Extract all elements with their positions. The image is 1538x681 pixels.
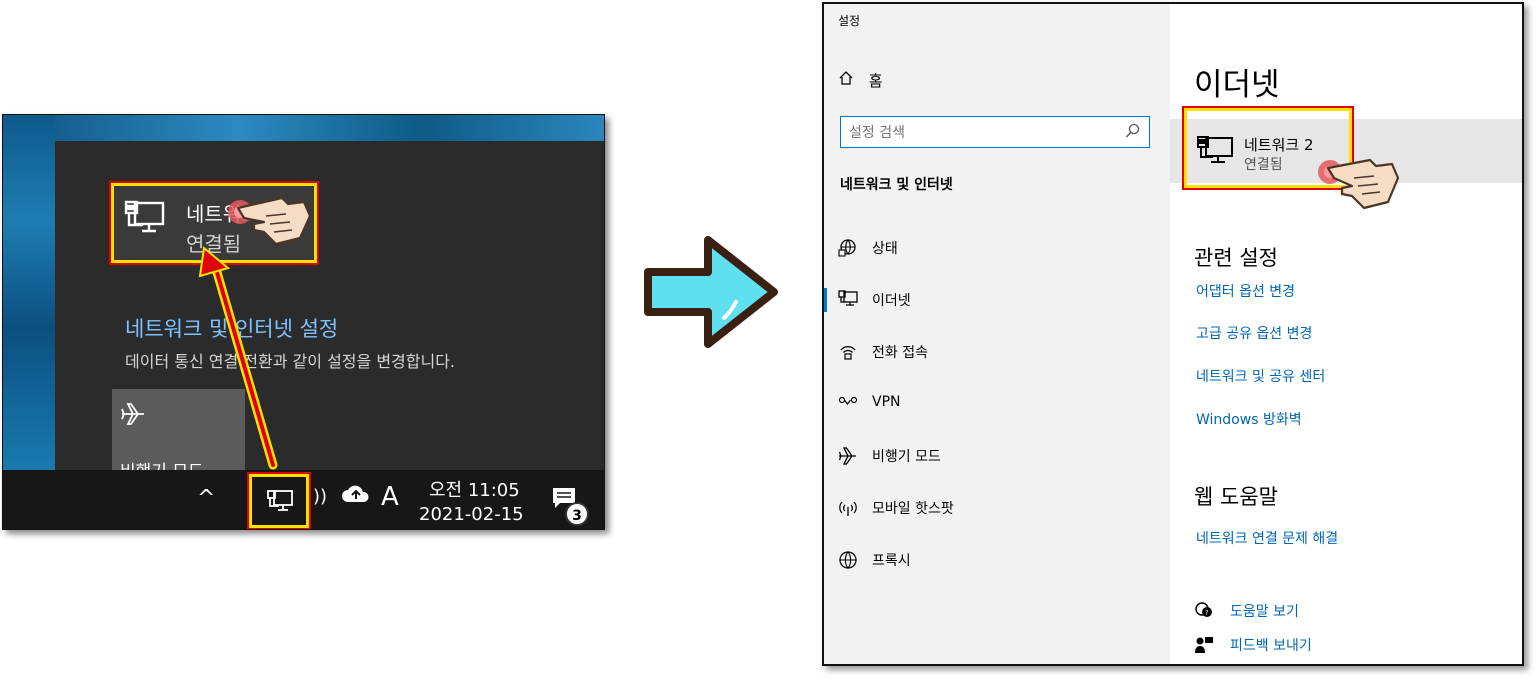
network-sharing-center-link[interactable]: 네트워크 및 공유 센터 (1196, 366, 1325, 386)
search-icon[interactable] (1125, 123, 1141, 143)
pointing-hand-cursor (1318, 158, 1400, 210)
nav-label: 상태 (872, 241, 898, 257)
transition-arrow (644, 236, 778, 348)
active-indicator (824, 288, 827, 312)
nav-item-airplane[interactable]: 비행기 모드 (824, 436, 1170, 476)
nav-item-dialup[interactable]: 전화 접속 (824, 332, 1170, 372)
send-feedback-link[interactable]: 피드백 보내기 (1230, 635, 1312, 655)
nav-label: 프록시 (872, 553, 911, 569)
troubleshoot-network-link[interactable]: 네트워크 연결 문제 해결 (1196, 528, 1338, 548)
related-settings-title: 관련 설정 (1194, 246, 1278, 270)
feedback-icon (1194, 635, 1214, 659)
nav-item-proxy[interactable]: 프록시 (824, 540, 1170, 580)
nav-item-status[interactable]: 상태 (824, 228, 1170, 268)
windows-firewall-link[interactable]: Windows 방화벽 (1196, 409, 1302, 429)
home-label: 홈 (868, 72, 883, 90)
nav-item-hotspot[interactable]: 모바일 핫스팟 (824, 488, 1170, 528)
search-input[interactable] (845, 117, 1121, 149)
settings-window: 설정 홈 네트워크 및 인터넷 상태 이더넷 전화 접속 (822, 2, 1524, 666)
airplane-icon (838, 446, 860, 466)
dialup-icon (838, 342, 860, 362)
red-pointer-arrow (198, 246, 278, 470)
globe-icon (838, 550, 860, 570)
pointing-hand-cursor (228, 196, 312, 246)
nav-label: 이더넷 (872, 293, 911, 309)
adapter-options-link[interactable]: 어댑터 옵션 변경 (1196, 281, 1295, 301)
settings-search-box[interactable] (840, 116, 1150, 149)
nav-label: VPN (872, 394, 901, 410)
home-icon (838, 70, 858, 90)
vpn-icon (838, 394, 860, 414)
section-heading: 네트워크 및 인터넷 (840, 177, 953, 193)
hotspot-icon (838, 498, 860, 518)
window-title: 설정 (838, 14, 861, 28)
settings-sidebar: 설정 홈 네트워크 및 인터넷 상태 이더넷 전화 접속 (824, 4, 1170, 664)
help-chat-icon: ? (1194, 601, 1214, 623)
nav-label: 모바일 핫스팟 (872, 501, 954, 517)
advanced-sharing-link[interactable]: 고급 공유 옵션 변경 (1196, 323, 1312, 343)
web-help-title: 웹 도움말 (1194, 485, 1278, 509)
page-title: 이더넷 (1194, 67, 1280, 103)
svg-text:?: ? (1205, 609, 1209, 617)
nav-item-vpn[interactable]: VPN (824, 384, 1170, 424)
nav-label: 비행기 모드 (872, 449, 941, 465)
settings-main-content: 이더넷 네트워크 2 연결됨 관련 설정 어댑터 옵션 변경 고급 공유 옵션 … (1170, 4, 1522, 664)
get-help-link[interactable]: 도움말 보기 (1230, 601, 1299, 621)
ethernet-icon (838, 290, 860, 310)
nav-item-ethernet[interactable]: 이더넷 (824, 280, 1170, 320)
nav-label: 전화 접속 (872, 345, 928, 361)
globe-status-icon (838, 238, 860, 258)
home-nav-item[interactable]: 홈 (838, 70, 883, 91)
